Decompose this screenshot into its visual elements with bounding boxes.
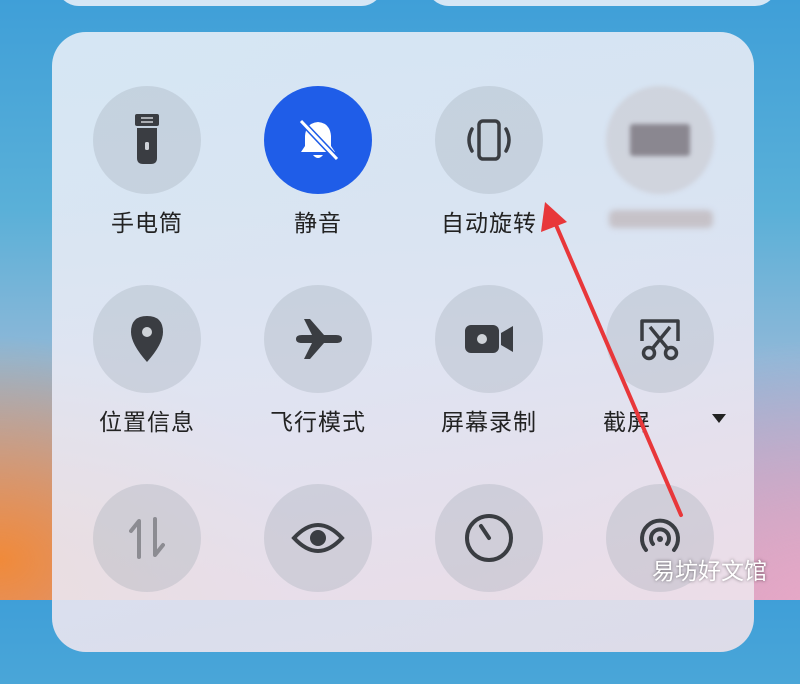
tile-airplane-mode-label: 飞行模式 [270,410,366,436]
tile-timer-button[interactable] [435,484,543,592]
top-card-right[interactable] [426,0,778,6]
tile-flashlight-label: 手电筒 [111,211,183,237]
tile-blurred-label [609,210,713,228]
location-pin-icon [131,316,163,362]
tile-screenshot-button[interactable] [606,285,714,393]
tile-location-button[interactable] [93,285,201,393]
tile-location-label: 位置信息 [99,410,195,436]
airplane-icon [296,319,342,359]
eye-icon [291,523,345,553]
tile-mobile-data[interactable] [60,484,230,684]
tile-eye-comfort-button[interactable] [264,484,372,592]
video-camera-icon [465,325,513,353]
tile-timer[interactable] [402,484,572,684]
tile-screenshot[interactable]: 截屏 [573,285,743,485]
tile-screen-record-button[interactable] [435,285,543,393]
tile-auto-rotate-button[interactable] [435,86,543,194]
scissors-icon [640,319,680,361]
tile-eye-comfort[interactable] [231,484,401,684]
bell-off-icon [298,118,340,162]
tile-screen-record-label: 屏幕录制 [441,410,537,436]
data-arrows-icon [129,517,165,559]
tile-airplane-mode[interactable]: 飞行模式 [231,285,401,485]
tile-flashlight[interactable]: 手电筒 [60,86,230,286]
tile-mobile-data-button[interactable] [93,484,201,592]
tile-screenshot-label: 截屏 [603,410,651,436]
watermark-text: 易坊好文馆 [652,559,767,585]
tile-location[interactable]: 位置信息 [60,285,230,485]
tile-blurred-button[interactable] [606,86,714,194]
flashlight-icon [135,114,159,164]
blurred-icon [630,124,690,156]
tile-airplane-mode-button[interactable] [264,285,372,393]
top-card-left[interactable] [56,0,384,6]
timer-icon [465,514,513,562]
tile-flashlight-button[interactable] [93,86,201,194]
tile-silent-label: 静音 [294,211,342,237]
tile-screen-record[interactable]: 屏幕录制 [402,285,572,485]
tile-auto-rotate[interactable]: 自动旋转 [402,86,572,286]
tile-auto-rotate-label: 自动旋转 [441,211,537,237]
screenshot-dropdown-caret-icon[interactable] [712,414,726,423]
tile-silent-button[interactable] [264,86,372,194]
tile-silent[interactable]: 静音 [231,86,401,286]
tile-blurred[interactable] [573,86,743,286]
rotate-icon [467,119,511,161]
